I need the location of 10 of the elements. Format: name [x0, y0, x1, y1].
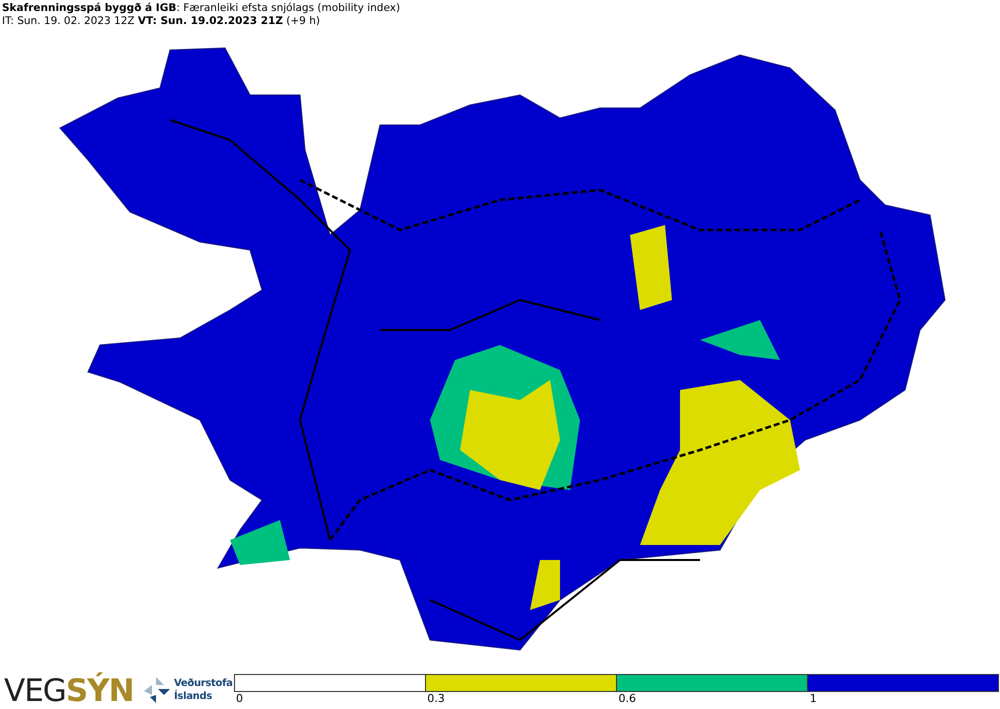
vegsyn-logo: VEGSÝN: [3, 671, 135, 709]
map-title: Skafrenningsspá byggð á IGB: Færanleiki efsta snjólags (mobility index): [2, 2, 402, 15]
forecast-times: IT: Sun. 19. 02. 2023 12Z VT: Sun. 19.02.2023 21Z (+9 h): [2, 15, 321, 28]
scale-label: 1: [808, 692, 818, 706]
scale-label: 0.6: [618, 692, 637, 706]
arrows-logo-icon: [142, 675, 172, 705]
scale-label: 0: [235, 692, 244, 706]
agency-name: Veðurstofa: [174, 677, 233, 690]
agency-name: Íslands: [174, 690, 213, 703]
scale-label: 0.3: [426, 692, 446, 706]
